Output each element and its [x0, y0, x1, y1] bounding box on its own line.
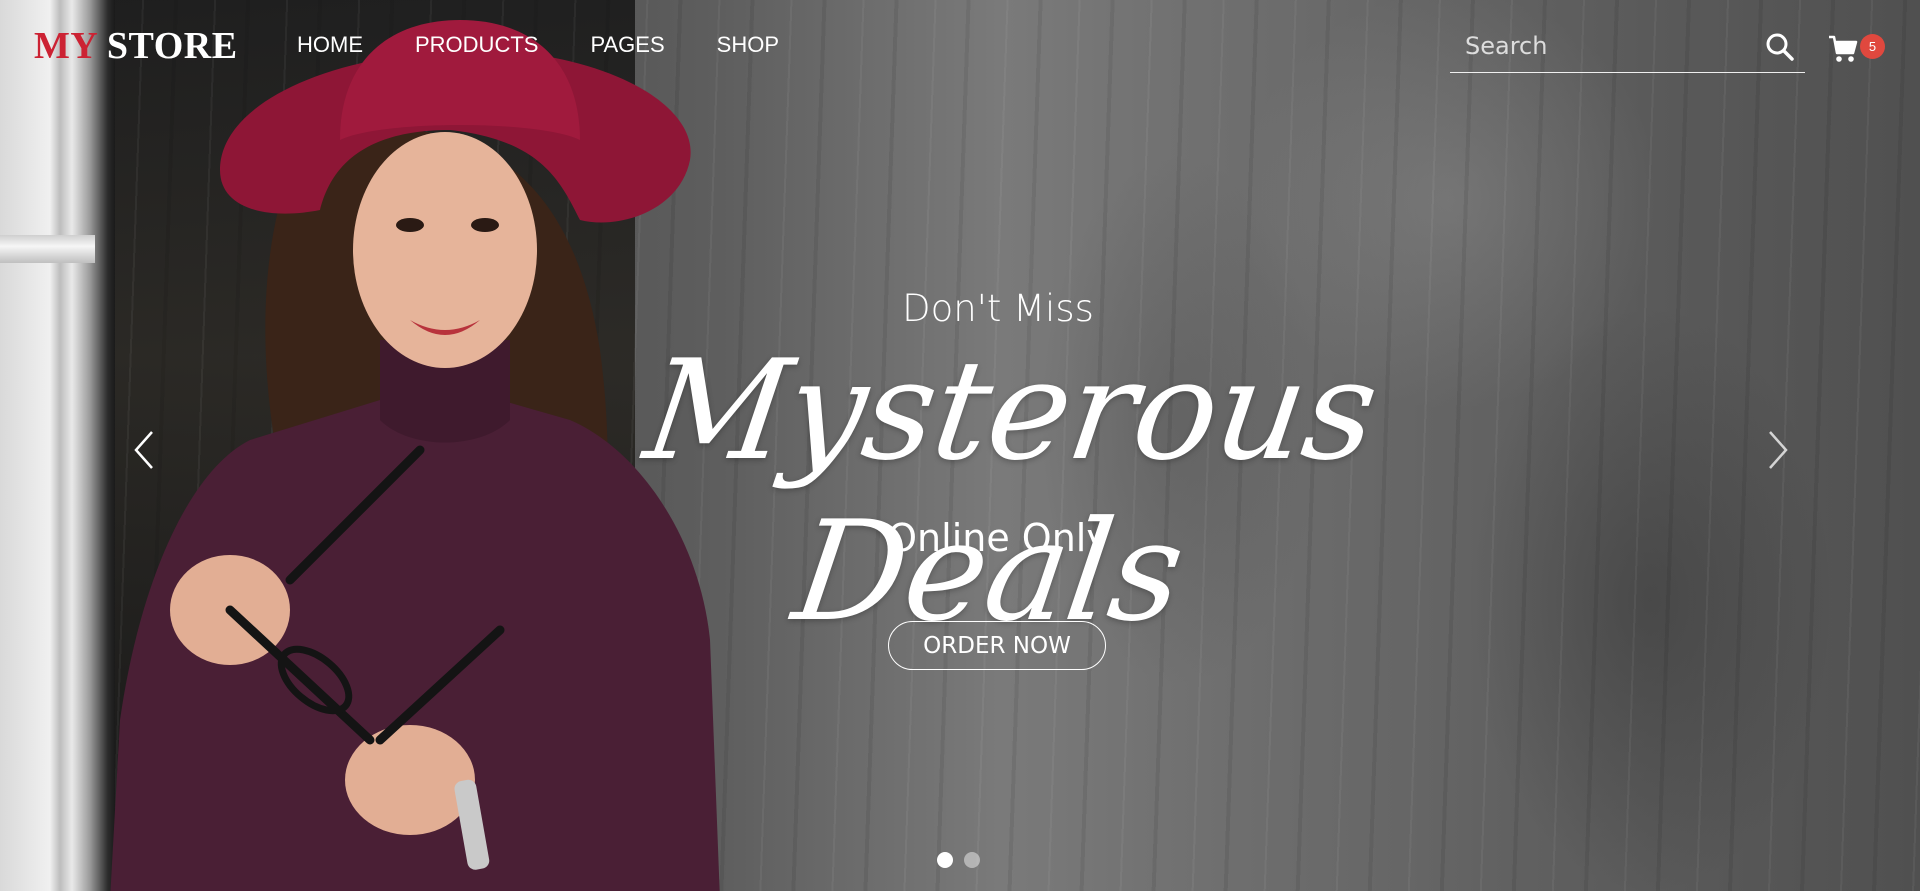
brand-logo-suffix: STORE: [106, 25, 238, 67]
chevron-left-icon[interactable]: [130, 428, 160, 472]
hero-slider: MY STORE HOME PRODUCTS PAGES SHOP 5: [0, 0, 1920, 891]
hero-pre-title: Don't Miss: [902, 287, 1094, 330]
nav-item-home[interactable]: HOME: [297, 32, 363, 58]
search-input[interactable]: [1463, 28, 1747, 64]
search-icon[interactable]: [1765, 32, 1795, 62]
search-bar: [1450, 22, 1805, 73]
shopping-cart-icon: [1829, 35, 1858, 62]
order-now-button[interactable]: ORDER NOW: [888, 621, 1106, 670]
slider-dot-1[interactable]: [937, 852, 953, 868]
nav-item-products[interactable]: PRODUCTS: [415, 32, 538, 58]
hero-title: Mysterous Deals: [636, 330, 1387, 652]
cart-count-badge: 5: [1860, 34, 1885, 59]
cart-button[interactable]: 5: [1828, 30, 1888, 66]
top-navbar: MY STORE HOME PRODUCTS PAGES SHOP 5: [0, 0, 1920, 92]
main-nav: HOME PRODUCTS PAGES SHOP: [297, 32, 831, 58]
brand-logo[interactable]: MY STORE: [34, 24, 238, 68]
hero-subtitle: Online Only: [887, 516, 1109, 560]
nav-item-shop[interactable]: SHOP: [717, 32, 779, 58]
slider-dot-2[interactable]: [964, 852, 980, 868]
nav-item-pages[interactable]: PAGES: [590, 32, 664, 58]
brand-logo-prefix: MY: [34, 25, 97, 67]
chevron-right-icon[interactable]: [1762, 428, 1792, 472]
slider-dots: [937, 852, 980, 868]
